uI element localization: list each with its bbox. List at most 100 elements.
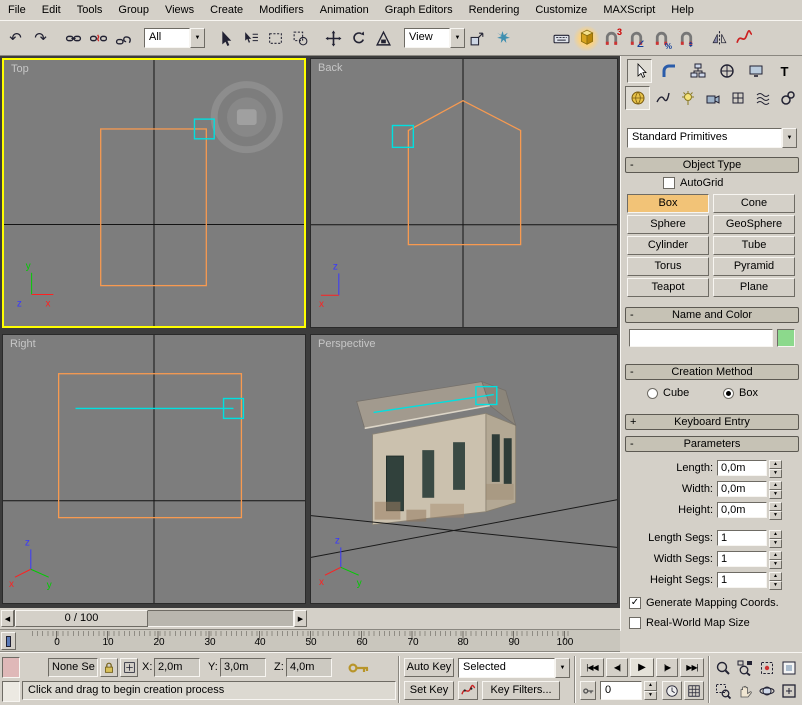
box-radio[interactable] [723,388,734,399]
z-coordinate-field[interactable]: 4,0m [286,658,332,677]
box-object-wireframe[interactable] [59,374,242,518]
tab-display[interactable] [743,59,768,83]
menu-item-edit[interactable]: Edit [34,1,69,19]
selection-lock-button[interactable] [100,658,118,677]
generate-mapping-checkbox[interactable]: ✓ [629,597,641,609]
category-lights[interactable] [675,86,700,110]
grid-toggle-button[interactable] [684,681,704,700]
creation-method-box[interactable]: Box [723,386,758,400]
tab-utilities[interactable]: T [772,59,797,83]
arc-rotate-button[interactable] [756,681,778,701]
pan-view-button[interactable] [734,681,756,701]
height-segs-spinner[interactable]: ▲▼ [769,572,782,588]
menu-item-views[interactable]: Views [157,1,202,19]
set-key-filters-curve-button[interactable] [458,681,478,700]
select-and-manipulate-button[interactable] [490,26,515,51]
length-spinner[interactable]: ▲▼ [769,460,782,476]
viewport-right[interactable]: z x y Right [2,334,306,604]
go-to-start-button[interactable]: |◀◀ [580,658,604,677]
primitives-dropdown[interactable]: Standard Primitives ▼ [627,128,797,148]
previous-frame-button[interactable]: ◀| [606,658,628,677]
snap-mode-button[interactable]: 3 [599,26,624,51]
object-name-field[interactable] [629,329,773,347]
length-segs-field[interactable]: 1 [717,530,767,546]
menu-item-tools[interactable]: Tools [69,1,111,19]
rectangular-selection-region-button[interactable] [263,26,288,51]
rollout-creation-method[interactable]: - Creation Method [625,364,799,380]
absolute-offset-mode-button[interactable] [120,658,138,677]
window-crossing-toggle-button[interactable] [288,26,313,51]
viewport-label[interactable]: Right [10,338,36,350]
tab-motion[interactable] [714,59,739,83]
primitive-button-cone[interactable]: Cone [713,194,795,213]
menu-item-customize[interactable]: Customize [527,1,595,19]
height-field[interactable]: 0,0m [717,502,767,518]
auto-key-button[interactable]: Auto Key [404,658,454,677]
category-helpers[interactable] [725,86,750,110]
key-filters-button[interactable]: Key Filters... [482,681,560,700]
rollout-object-type[interactable]: - Object Type [625,157,799,173]
menu-item-rendering[interactable]: Rendering [461,1,528,19]
height-segs-field[interactable]: 1 [717,572,767,588]
primitive-button-teapot[interactable]: Teapot [627,278,709,297]
viewport-top[interactable]: y x z Top [2,58,306,328]
chevron-down-icon[interactable]: ▼ [450,28,465,48]
tab-create[interactable] [627,59,652,83]
select-and-link-button[interactable] [61,26,86,51]
menu-item-file[interactable]: File [0,1,34,19]
viewport-perspective[interactable]: z x y Perspective [310,334,618,604]
y-coordinate-field[interactable]: 3,0m [220,658,266,677]
menu-item-animation[interactable]: Animation [312,1,377,19]
length-segs-spinner[interactable]: ▲▼ [769,530,782,546]
curve-editor-button[interactable] [732,26,757,51]
primitive-button-plane[interactable]: Plane [713,278,795,297]
chevron-down-icon[interactable]: ▼ [190,28,205,48]
current-frame-field[interactable]: 0 [600,681,642,700]
track-bar-slider-icon[interactable] [1,632,16,650]
zoom-extents-all-button[interactable] [778,658,800,678]
select-and-move-button[interactable] [321,26,346,51]
viewport-label[interactable]: Top [11,63,29,75]
reference-coordinate-dropdown[interactable]: View ▼ [404,28,465,48]
viewport-back[interactable]: z x Back [310,58,618,328]
track-bar[interactable]: 0 10 20 30 40 50 60 70 80 90 100 [0,629,620,652]
chevron-down-icon[interactable]: ▼ [555,658,570,678]
viewport-label[interactable]: Perspective [318,338,375,350]
time-slider-left-arrow[interactable]: ◀ [1,610,14,627]
spinner-snap-toggle-button[interactable] [674,26,699,51]
maximize-viewport-toggle-button[interactable] [778,681,800,701]
use-pivot-point-center-button[interactable] [465,26,490,51]
rollout-name-and-color[interactable]: - Name and Color [625,307,799,323]
category-geometry[interactable] [625,86,650,110]
percent-snap-toggle-button[interactable]: % [649,26,674,51]
house-profile-wireframe[interactable] [408,101,520,245]
select-by-name-button[interactable] [238,26,263,51]
zoom-button[interactable] [712,658,734,678]
select-object-button[interactable] [213,26,238,51]
width-segs-spinner[interactable]: ▲▼ [769,551,782,567]
bind-to-space-warp-button[interactable] [111,26,136,51]
play-button[interactable]: ▶ [630,658,654,677]
time-slider-handle[interactable]: 0 / 100 [15,610,148,627]
primitive-button-pyramid[interactable]: Pyramid [713,257,795,276]
unlink-selection-button[interactable] [86,26,111,51]
select-and-scale-button[interactable] [371,26,396,51]
menu-item-graph-editors[interactable]: Graph Editors [377,1,461,19]
category-shapes[interactable] [650,86,675,110]
menu-item-create[interactable]: Create [202,1,251,19]
x-coordinate-field[interactable]: 2,0m [154,658,200,677]
selection-filter-dropdown[interactable]: All ▼ [144,28,205,48]
menu-item-help[interactable]: Help [663,1,702,19]
select-and-rotate-button[interactable] [346,26,371,51]
frame-spinner[interactable]: ▲▼ [644,681,657,700]
grid-key-button[interactable] [344,658,374,677]
mini-curve-editor-button[interactable] [2,657,20,678]
snaps-toggle-button[interactable] [574,26,599,51]
creation-method-cube[interactable]: Cube [647,386,689,400]
mirror-button[interactable] [707,26,732,51]
primitive-button-cylinder[interactable]: Cylinder [627,236,709,255]
real-world-map-checkbox[interactable] [629,617,641,629]
viewcube-widget[interactable] [214,85,279,150]
category-cameras[interactable] [700,86,725,110]
category-space-warps[interactable] [750,86,775,110]
